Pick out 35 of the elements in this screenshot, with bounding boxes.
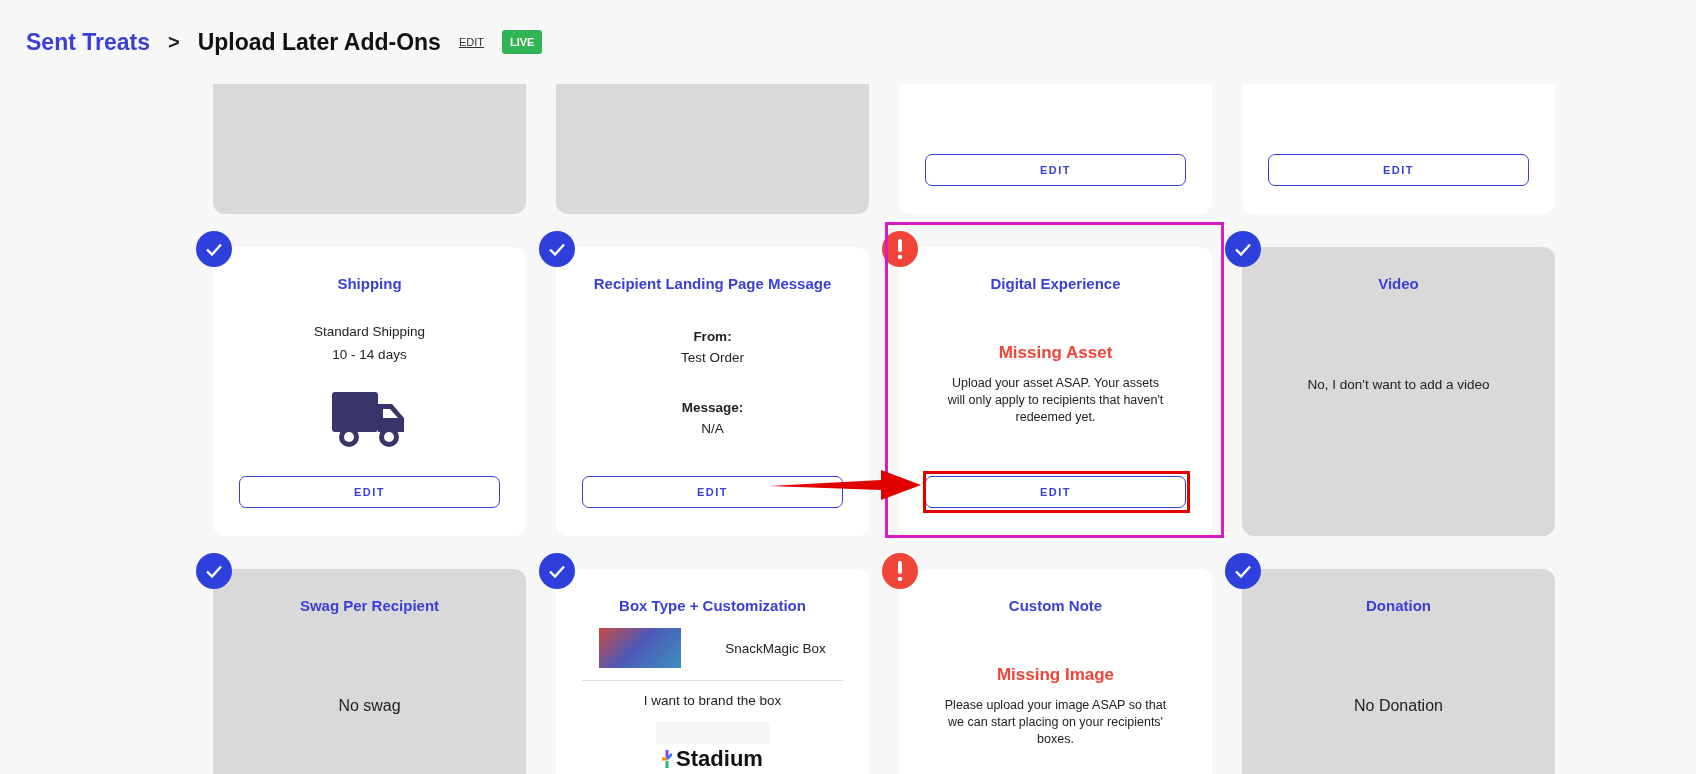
field-label: From: (693, 328, 732, 346)
field-value: N/A (701, 420, 724, 438)
breadcrumb-link[interactable]: Sent Treats (26, 28, 150, 56)
field-label: Message: (681, 399, 744, 417)
edit-button[interactable]: EDIT (239, 476, 500, 508)
card-title: Video (1378, 275, 1419, 292)
card-title: Recipient Landing Page Message (593, 275, 832, 292)
card-title: Donation (1366, 597, 1431, 614)
card-title: Custom Note (1008, 597, 1103, 614)
card-note: No Donation (1354, 697, 1443, 715)
alert-title: Missing Image (996, 664, 1115, 685)
shipping-detail: 10 - 14 days (332, 346, 407, 364)
card-note: No swag (338, 697, 401, 715)
branding-option: I want to brand the box (643, 689, 782, 712)
edit-button[interactable]: EDIT (925, 476, 1186, 508)
shipping-detail: Standard Shipping (313, 323, 426, 341)
card-title: Digital Experience (990, 275, 1121, 292)
card-title: Swag Per Recipient (299, 597, 440, 614)
edit-button[interactable]: EDIT (925, 154, 1186, 186)
edit-button[interactable]: EDIT (1268, 154, 1529, 186)
card-title: Box Type + Customization (619, 597, 806, 614)
product-name: SnackMagic Box (725, 639, 826, 658)
field-value: Test Order (681, 349, 744, 367)
edit-link[interactable]: EDIT (458, 36, 484, 48)
alert-title: Missing Asset (998, 342, 1113, 363)
breadcrumb-separator: > (168, 30, 180, 54)
alert-message: Upload your asset ASAP. Your assets will only apply to recipients that haven't redeemed yet. (946, 374, 1165, 426)
edit-button[interactable]: EDIT (582, 476, 843, 508)
logo-text: Stadium (676, 746, 763, 772)
alert-message: Please upload your image ASAP so that we can start placing on your recipients' boxes. (943, 696, 1168, 748)
card-note: No, I don't want to add a video (1307, 375, 1490, 394)
status-badge: LIVE (501, 30, 543, 54)
card-title: Shipping (337, 275, 402, 292)
logo-icon (662, 750, 673, 768)
page-title: Upload Later Add-Ons (197, 28, 441, 56)
